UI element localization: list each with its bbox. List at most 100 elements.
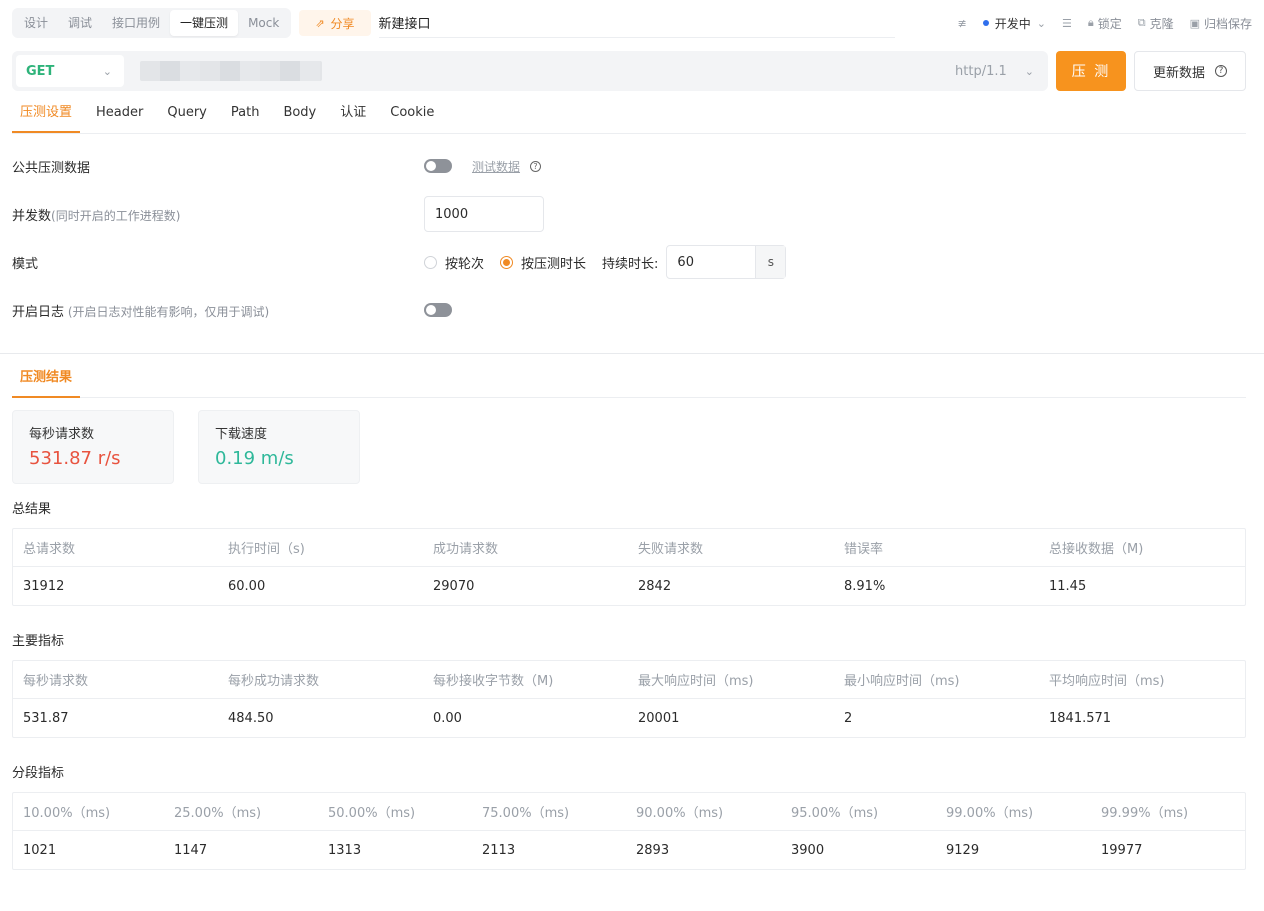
tab-cases[interactable]: 接口用例: [102, 10, 170, 36]
tab-header[interactable]: Header: [88, 93, 151, 133]
table-cell: 9129: [946, 842, 980, 858]
tab-auth[interactable]: 认证: [332, 93, 374, 133]
segment-metrics-title: 分段指标: [12, 766, 65, 781]
tab-debug[interactable]: 调试: [58, 10, 102, 36]
environment-label: 开发中: [994, 16, 1031, 31]
tab-body[interactable]: Body: [275, 93, 324, 133]
table-cell: 2842: [638, 578, 672, 594]
table-cell: 484.50: [228, 710, 274, 726]
table-header-cell: 总请求数: [23, 542, 76, 557]
rps-label: 每秒请求数: [29, 427, 95, 442]
table-cell: 0.00: [433, 710, 462, 726]
segment-metrics-table: 10.00%（ms) 25.00%（ms) 50.00%（ms) 75.00%（…: [12, 792, 1246, 870]
share-label: 分享: [330, 16, 355, 31]
download-label: 下载速度: [215, 427, 268, 442]
lock-label: 锁定: [1097, 16, 1122, 31]
concurrency-row: 并发数(同时开启的工作进程数) 1000: [12, 196, 1246, 232]
table-row: 1021 1147 1313 2113 2893 3900 9129 19977: [13, 831, 1245, 869]
archive-label: 归档保存: [1203, 16, 1252, 31]
top-bar: 设计 调试 接口用例 一键压测 Mock ⇗ 分享 新建接口 ≢ 开发中 ⌄ ☰…: [12, 7, 1252, 39]
main-metrics-title: 主要指标: [12, 634, 65, 649]
duration-field: 60 s: [666, 245, 787, 279]
run-load-test-button[interactable]: 压 测: [1056, 51, 1126, 91]
download-value: 0.19 m/s: [215, 448, 294, 469]
environment-selector[interactable]: 开发中 ⌄: [982, 15, 1046, 32]
test-data-link[interactable]: 测试数据: [472, 158, 520, 175]
top-right-tools: ≢ 开发中 ⌄ ☰ 🔒︎ 锁定 ⧉ 克隆 ▣ 归档保存: [958, 15, 1253, 32]
log-toggle[interactable]: [424, 303, 452, 317]
chevron-down-icon: ⌄: [1024, 64, 1034, 78]
url-input[interactable]: [140, 61, 322, 81]
table-header-cell: 每秒请求数: [23, 674, 89, 689]
help-icon: ?: [1215, 65, 1227, 77]
total-results-title: 总结果: [12, 502, 52, 517]
tab-mock[interactable]: Mock: [238, 10, 289, 36]
table-cell: 60.00: [228, 578, 266, 594]
table-header-cell: 最小响应时间（ms): [844, 674, 960, 689]
radio-by-rounds-label: 按轮次: [445, 256, 485, 272]
request-bar: GET ⌄ http/1.1 ⌄: [12, 51, 1048, 91]
concurrency-input[interactable]: 1000: [424, 196, 544, 232]
table-header-cell: 99.99%（ms): [1101, 806, 1189, 821]
tab-cookie[interactable]: Cookie: [382, 93, 442, 133]
tab-load-settings[interactable]: 压测设置: [12, 93, 81, 133]
radio-circle-selected: [500, 255, 514, 269]
archive-button[interactable]: ▣ 归档保存: [1190, 15, 1252, 32]
mode-row: 模式 按轮次 按压测时长 持续时长: 60 s: [12, 244, 1246, 280]
method-select[interactable]: GET ⌄: [16, 55, 124, 87]
duration-label: 持续时长:: [602, 256, 659, 272]
clone-label: 克隆: [1149, 16, 1174, 31]
update-data-button[interactable]: 更新数据 ?: [1134, 51, 1246, 91]
request-subtabs: 压测设置 Header Query Path Body 认证 Cookie: [12, 93, 1246, 134]
log-row: 开启日志 (开启日志对性能有影响，仅用于调试): [12, 292, 1246, 328]
table-cell: 31912: [23, 578, 65, 594]
share-button[interactable]: ⇗ 分享: [299, 10, 371, 36]
table-cell: 19977: [1101, 842, 1143, 858]
edit-icon[interactable]: ≢: [958, 17, 967, 30]
status-dot-icon: [982, 20, 989, 26]
table-cell: 3900: [791, 842, 825, 858]
duration-unit: s: [755, 246, 786, 278]
table-header-cell: 成功请求数: [433, 542, 499, 557]
table-header-cell: 25.00%（ms): [174, 806, 262, 821]
tab-query[interactable]: Query: [159, 93, 215, 133]
sort-icon[interactable]: ☰: [1062, 17, 1072, 30]
table-header-row: 总请求数 执行时间（s) 成功请求数 失败请求数 错误率 总接收数据（M): [13, 529, 1245, 567]
table-cell: 2893: [636, 842, 670, 858]
lock-button[interactable]: 🔒︎ 锁定: [1088, 15, 1122, 32]
protocol-select[interactable]: http/1.1 ⌄: [955, 64, 1034, 79]
public-data-row: 公共压测数据 测试数据 ?: [12, 148, 1246, 184]
tab-design[interactable]: 设计: [14, 10, 58, 36]
api-title-input[interactable]: 新建接口: [378, 8, 895, 38]
public-data-toggle[interactable]: [424, 159, 452, 173]
help-icon: ?: [530, 160, 542, 172]
radio-circle: [424, 255, 437, 269]
mode-label: 模式: [12, 256, 39, 272]
concurrency-label-text: 并发数: [12, 208, 52, 224]
tab-path[interactable]: Path: [223, 93, 268, 133]
rps-card: 每秒请求数 531.87 r/s: [12, 410, 174, 484]
radio-by-duration[interactable]: 按压测时长: [500, 253, 586, 272]
radio-by-rounds[interactable]: 按轮次: [424, 253, 484, 272]
log-label-text: 开启日志: [12, 304, 65, 320]
table-cell: 2113: [482, 842, 516, 858]
tab-results[interactable]: 压测结果: [12, 358, 81, 398]
table-header-cell: 执行时间（s): [228, 542, 305, 557]
clone-button[interactable]: ⧉ 克隆: [1138, 15, 1174, 32]
table-cell: 1313: [328, 842, 362, 858]
table-cell: 531.87: [23, 710, 69, 726]
section-divider: [0, 353, 1264, 354]
tab-load-test[interactable]: 一键压测: [170, 10, 239, 36]
table-cell: 8.91%: [844, 578, 886, 594]
table-header-cell: 错误率: [844, 542, 884, 557]
table-header-row: 10.00%（ms) 25.00%（ms) 50.00%（ms) 75.00%（…: [13, 793, 1245, 831]
log-label: 开启日志 (开启日志对性能有影响，仅用于调试): [12, 301, 424, 320]
table-cell: 1841.571: [1049, 710, 1112, 726]
method-label: GET: [26, 63, 55, 79]
protocol-label: http/1.1: [955, 63, 1007, 79]
duration-input[interactable]: 60: [667, 246, 755, 278]
lock-icon: 🔒︎: [1087, 16, 1094, 29]
table-header-cell: 75.00%（ms): [482, 806, 570, 821]
concurrency-hint: (同时开启的工作进程数): [51, 208, 181, 223]
table-cell: 1147: [174, 842, 208, 858]
